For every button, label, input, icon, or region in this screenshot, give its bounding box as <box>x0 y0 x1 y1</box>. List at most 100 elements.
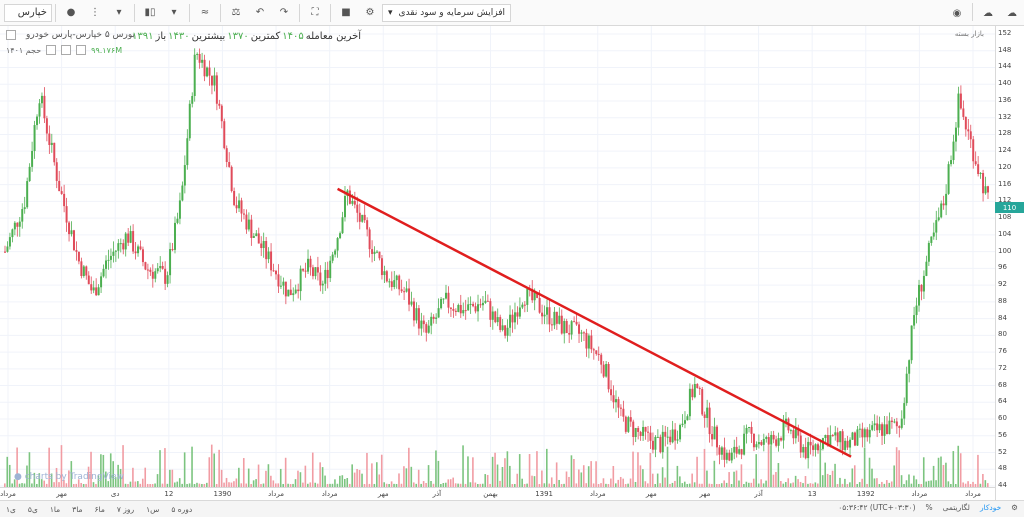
cloud-upload-icon[interactable]: ☁ <box>1002 3 1022 23</box>
candle <box>270 251 273 271</box>
candle <box>703 414 706 418</box>
range-5d[interactable]: ۵ی <box>22 505 44 514</box>
candle <box>279 285 282 287</box>
price-chart[interactable] <box>0 26 995 487</box>
volume-bar <box>839 477 841 487</box>
volume-bar <box>767 445 770 487</box>
settings-icon[interactable]: ⚙ <box>360 3 380 23</box>
candle <box>765 437 768 439</box>
candle <box>36 116 39 126</box>
volume-bar <box>183 452 186 487</box>
volume-bar <box>272 480 275 487</box>
volume-bar <box>752 478 755 487</box>
candle <box>883 424 886 436</box>
compare-icon[interactable]: ● <box>61 3 81 23</box>
price-axis[interactable]: 44 48 52 56 60 64 68 72 76 80 84 88 92 96 100 104 108 112… <box>995 26 1024 502</box>
volume-bar <box>723 480 725 487</box>
price-tick-label: 80 <box>998 330 1007 339</box>
candle <box>390 281 393 288</box>
time-tick-label: مهر <box>699 490 711 498</box>
candle <box>649 432 652 441</box>
candle <box>676 439 679 441</box>
percent-toggle[interactable]: % <box>926 503 933 512</box>
candle <box>462 310 465 314</box>
candle <box>868 429 871 438</box>
save-icon[interactable]: ■ <box>336 3 356 23</box>
candle <box>400 289 403 292</box>
toolbar-divider <box>299 3 300 22</box>
compare-scales-icon[interactable]: ⚖ <box>226 3 246 23</box>
candle <box>587 335 590 349</box>
indicator-dropdown[interactable]: ▾ افزایش سرمایه و سود نقدی <box>382 3 511 22</box>
candle <box>602 364 605 377</box>
range-1y[interactable]: ۱س <box>140 505 165 514</box>
auto-toggle[interactable]: خودکار <box>980 503 1001 512</box>
volume-bar <box>294 479 297 487</box>
candle <box>856 429 859 446</box>
range-6m[interactable]: ۶ما <box>89 505 111 514</box>
volume-bar <box>637 452 639 487</box>
volume-bar <box>649 452 652 487</box>
volume-bar <box>642 469 644 487</box>
candle <box>137 246 140 254</box>
log-toggle[interactable]: لگاریتمی <box>943 503 970 512</box>
candle <box>247 219 250 230</box>
range-1d[interactable]: ۱ی <box>0 505 22 514</box>
volume-bar <box>311 452 314 487</box>
range-1m[interactable]: ۱ما <box>44 505 66 514</box>
mini-box[interactable] <box>6 30 16 40</box>
chevron-down-icon[interactable]: ▾ <box>109 3 129 23</box>
price-tick-label: 124 <box>998 146 1012 155</box>
candle <box>100 276 103 288</box>
volume-bar <box>957 445 960 487</box>
cloud-download-icon[interactable]: ☁ <box>978 3 998 23</box>
volume-bar <box>356 469 358 487</box>
candle <box>430 316 433 326</box>
range-7d[interactable]: روز ۷ <box>111 505 140 514</box>
symbol-search-input[interactable]: خپارس <box>4 3 52 22</box>
candle <box>947 164 950 194</box>
interval-icon[interactable]: ⋮ <box>85 3 105 23</box>
candle <box>447 292 450 308</box>
mini-box[interactable] <box>76 45 87 55</box>
candle <box>518 307 521 317</box>
candle <box>230 166 233 191</box>
undo-icon[interactable]: ↶ <box>250 3 270 23</box>
mini-box[interactable] <box>46 45 57 55</box>
candle <box>743 433 746 455</box>
time-tick-label: آذر <box>432 490 442 498</box>
volume-bar <box>602 478 605 487</box>
volume-label: حجم ۱۴۰۱ <box>6 45 42 55</box>
candle <box>13 222 16 230</box>
gear-icon[interactable]: ⚙ <box>1011 503 1018 512</box>
mini-box[interactable] <box>61 45 72 55</box>
candle <box>610 389 613 396</box>
candle <box>134 251 137 254</box>
candle <box>348 190 351 204</box>
time-axis[interactable]: مرداد مهر دی 12 1390 مرداد مرداد مهر آذر بهمن 1391… <box>0 487 995 501</box>
camera-icon[interactable]: ◉ <box>947 3 967 23</box>
range-5y[interactable]: دوره ۵ <box>165 505 198 514</box>
candle-type-icon[interactable]: ▮▯ <box>140 3 160 23</box>
redo-icon[interactable]: ↷ <box>274 3 294 23</box>
indicators-icon[interactable]: ≈ <box>195 3 215 23</box>
candle <box>861 428 864 438</box>
candle <box>339 233 342 239</box>
candle <box>198 53 201 63</box>
volume-bar <box>676 465 679 487</box>
volume-bar <box>496 464 499 487</box>
volume-bar <box>661 467 664 487</box>
fullscreen-icon[interactable]: ⛶ <box>305 3 325 23</box>
range-3m[interactable]: ۳ما <box>66 505 88 514</box>
volume-bar <box>472 457 474 487</box>
candle <box>814 444 817 450</box>
tradingview-logo[interactable]: ● charts by TradingView <box>14 472 124 482</box>
candle <box>481 302 484 306</box>
candle <box>930 236 933 243</box>
candle <box>53 142 56 163</box>
volume-bar <box>371 463 373 487</box>
candle <box>696 383 699 389</box>
chevron-down-icon[interactable]: ▾ <box>164 3 184 23</box>
toolbar-divider <box>972 3 973 21</box>
volume-bar <box>829 474 831 487</box>
